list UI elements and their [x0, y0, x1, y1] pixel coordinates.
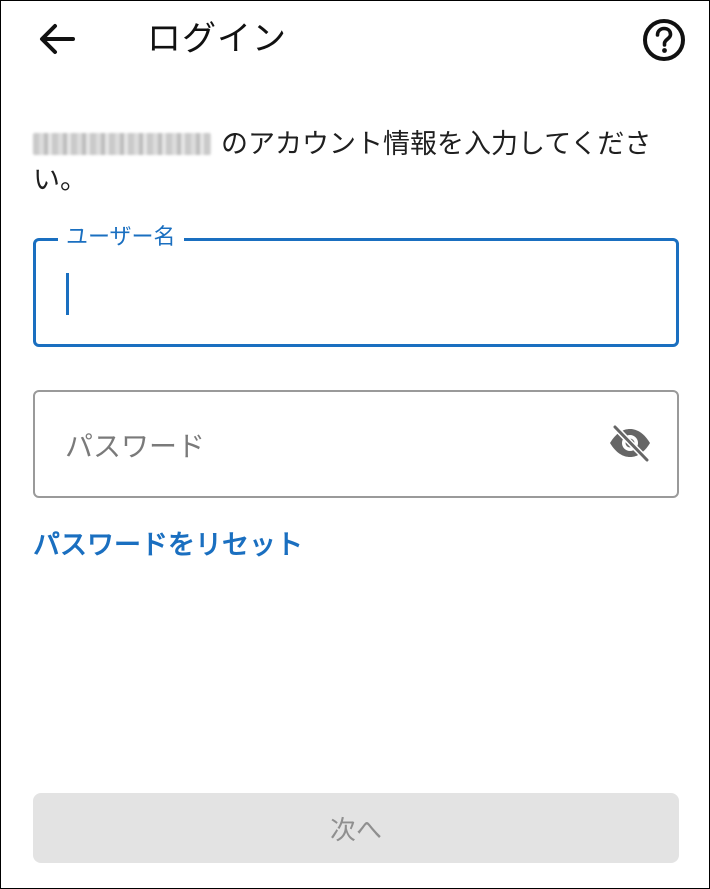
redacted-account-name [33, 133, 211, 155]
question-circle-icon [642, 18, 686, 66]
instruction-text: のアカウント情報を入力してください。 [33, 127, 673, 199]
reset-password-link[interactable]: パスワードをリセット [33, 527, 303, 565]
password-visibility-toggle[interactable] [605, 420, 655, 470]
login-screen: ログイン のアカウント情報を入力してください。 ユーザー名 パスワードをリセット… [0, 0, 710, 889]
back-button[interactable] [31, 19, 83, 63]
help-button[interactable] [641, 19, 687, 65]
eye-off-icon [607, 423, 653, 467]
username-label: ユーザー名 [58, 223, 184, 253]
text-caret [66, 273, 69, 315]
next-button[interactable]: 次へ [33, 793, 679, 863]
password-input[interactable] [63, 416, 587, 476]
username-field[interactable]: ユーザー名 [33, 223, 679, 347]
page-title: ログイン [147, 19, 287, 59]
username-input[interactable] [76, 265, 640, 325]
arrow-left-icon [37, 21, 77, 61]
password-field[interactable] [33, 390, 679, 498]
